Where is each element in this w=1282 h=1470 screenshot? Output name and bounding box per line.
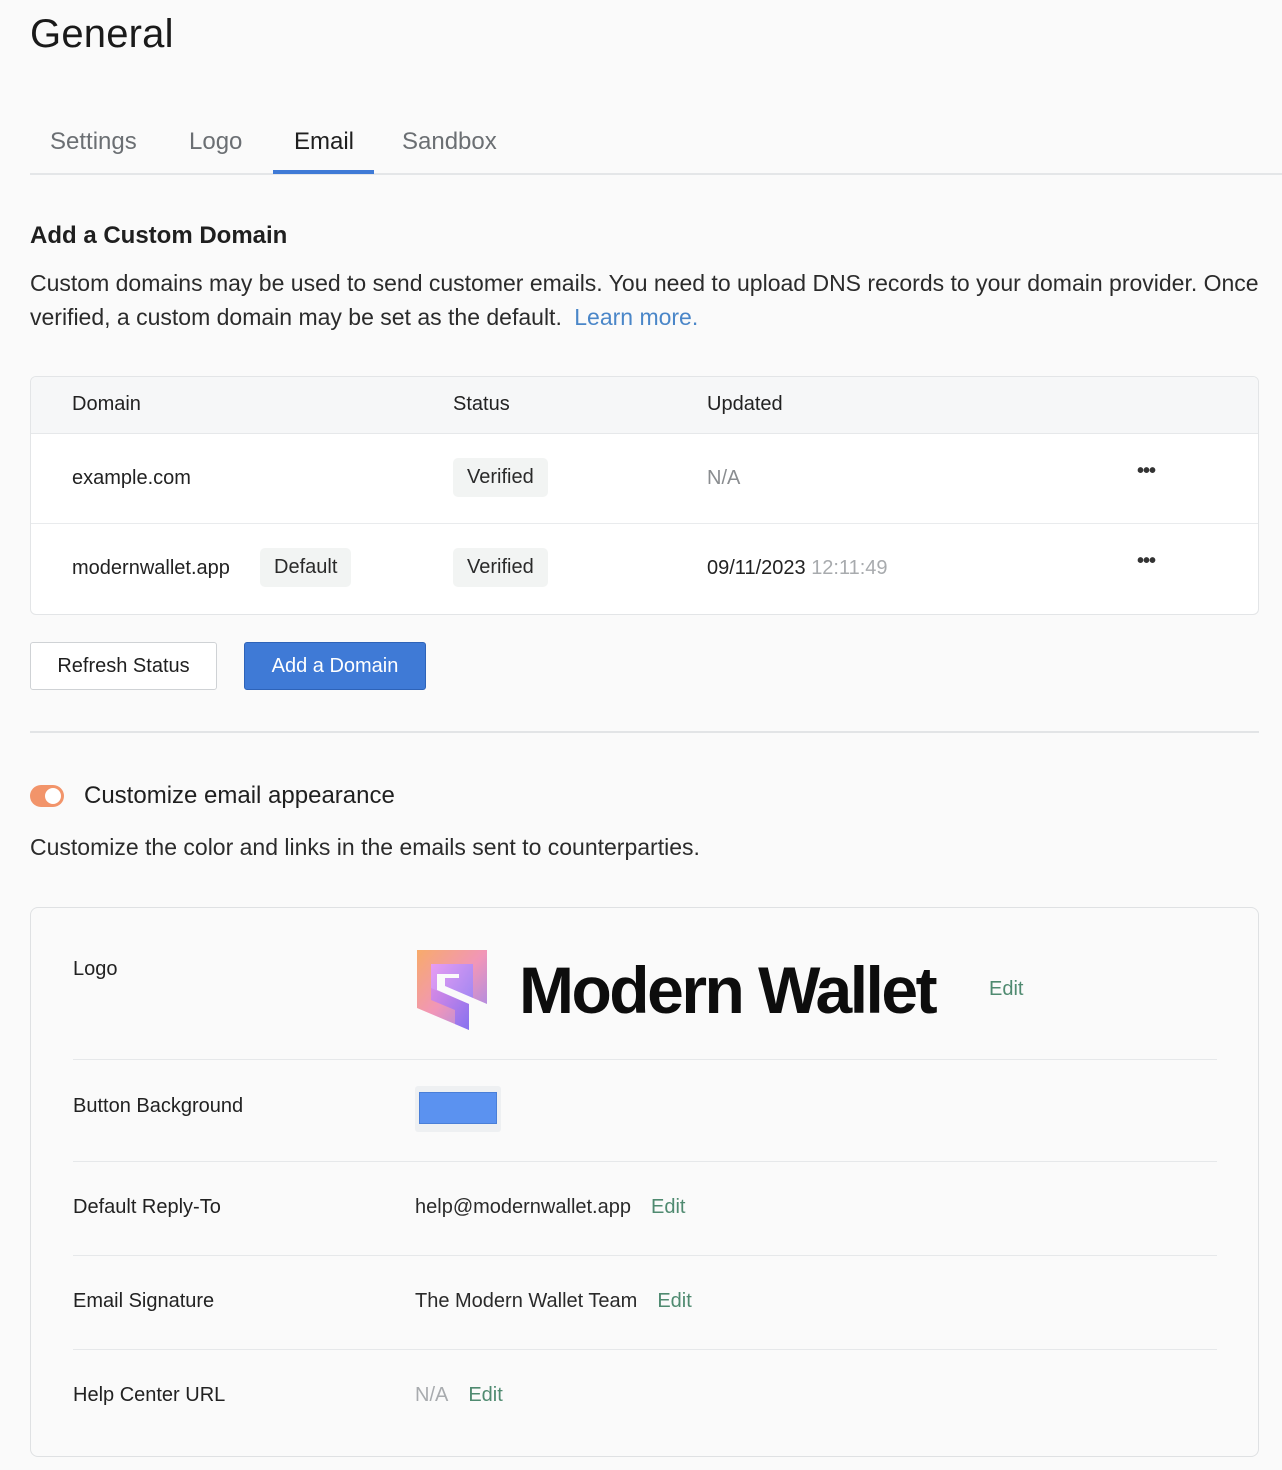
brand-logo-text: Modern Wallet: [519, 953, 938, 1027]
active-tab-indicator: [273, 170, 374, 174]
signature-value: The Modern Wallet Team Edit: [415, 1290, 692, 1313]
table-row: example.com Verified N/A •••: [31, 434, 1258, 524]
reply-to-value: help@modernwallet.app Edit: [415, 1196, 685, 1219]
domain-name: example.com: [72, 467, 191, 489]
row-menu-icon[interactable]: •••: [1137, 460, 1156, 483]
status-badge: Verified: [453, 548, 548, 587]
reply-to-label: Default Reply-To: [73, 1196, 221, 1218]
color-swatch-frame: [415, 1086, 501, 1132]
reply-to-email: help@modernwallet.app: [415, 1196, 631, 1218]
column-header-domain: Domain: [72, 393, 141, 415]
column-header-updated: Updated: [707, 393, 783, 415]
column-header-status: Status: [453, 393, 510, 415]
brand-logo: Modern Wallet: [415, 948, 938, 1032]
help-center-label: Help Center URL: [73, 1384, 226, 1406]
customize-toggle[interactable]: [30, 785, 64, 807]
tab-sandbox[interactable]: Sandbox: [402, 128, 497, 156]
signature-text: The Modern Wallet Team: [415, 1290, 638, 1312]
domain-table: Domain Status Updated example.com Verifi…: [30, 376, 1259, 615]
email-settings-card: Logo Modern Wallet Edit Button Backgroun…: [30, 907, 1259, 1457]
tab-email[interactable]: Email: [294, 128, 354, 156]
tab-bar: Settings Logo Email Sandbox: [30, 118, 1282, 175]
updated-date: 09/11/2023: [707, 557, 806, 579]
logo-row: Logo Modern Wallet Edit: [73, 908, 1217, 1060]
tab-logo[interactable]: Logo: [189, 128, 242, 156]
default-badge: Default: [260, 548, 352, 587]
button-background-row: Button Background: [73, 1060, 1217, 1162]
tab-settings[interactable]: Settings: [50, 128, 137, 156]
edit-help-center-link[interactable]: Edit: [468, 1384, 502, 1406]
logo-label: Logo: [73, 958, 118, 980]
edit-reply-to-link[interactable]: Edit: [651, 1196, 685, 1218]
customize-description: Customize the color and links in the ema…: [30, 834, 700, 860]
edit-signature-link[interactable]: Edit: [657, 1290, 691, 1312]
updated-value: N/A: [707, 467, 741, 489]
help-center-url: N/A: [415, 1384, 449, 1406]
help-center-value: N/A Edit: [415, 1384, 503, 1407]
button-color-swatch[interactable]: [419, 1092, 497, 1124]
custom-domain-title: Add a Custom Domain: [30, 222, 288, 249]
button-background-label: Button Background: [73, 1095, 244, 1117]
updated-time: 12:11:49: [811, 557, 888, 579]
edit-logo-link[interactable]: Edit: [989, 978, 1023, 1001]
add-domain-button[interactable]: Add a Domain: [244, 642, 426, 690]
help-center-row: Help Center URL N/A Edit: [73, 1350, 1217, 1444]
table-row: modernwallet.app Default Verified 09/11/…: [31, 524, 1258, 614]
domain-name: modernwallet.app: [72, 557, 230, 579]
page-title: General: [30, 12, 174, 56]
toggle-knob: [43, 786, 63, 806]
updated-value: 09/11/2023 12:11:49: [707, 557, 888, 580]
customize-title: Customize email appearance: [84, 782, 395, 809]
signature-label: Email Signature: [73, 1290, 215, 1312]
custom-domain-description: Custom domains may be used to send custo…: [30, 266, 1260, 334]
learn-more-link[interactable]: Learn more.: [574, 304, 698, 330]
status-badge: Verified: [453, 458, 548, 497]
table-header: Domain Status Updated: [31, 377, 1258, 434]
signature-row: Email Signature The Modern Wallet Team Ed…: [73, 1256, 1217, 1350]
reply-to-row: Default Reply-To help@modernwallet.app Ed…: [73, 1162, 1217, 1256]
row-menu-icon[interactable]: •••: [1137, 550, 1156, 573]
brand-logo-icon: [417, 950, 487, 1030]
refresh-status-button[interactable]: Refresh Status: [30, 642, 217, 690]
section-divider: [30, 731, 1259, 733]
